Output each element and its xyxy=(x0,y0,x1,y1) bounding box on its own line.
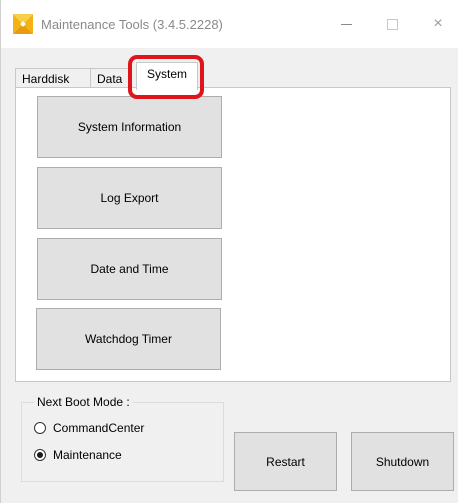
radio-maintenance-circle[interactable] xyxy=(34,449,46,461)
system-information-button[interactable]: System Information xyxy=(37,96,222,158)
system-tab-panel: System Information Log Export Date and T… xyxy=(15,87,451,382)
next-boot-mode-group xyxy=(21,402,224,482)
window-title: Maintenance Tools (3.4.5.2228) xyxy=(41,17,223,32)
maximize-icon xyxy=(386,18,398,30)
radio-maintenance-label: Maintenance xyxy=(53,448,122,462)
close-icon: × xyxy=(433,15,443,32)
minimize-button[interactable] xyxy=(323,0,369,48)
radio-commandcenter-circle[interactable] xyxy=(34,422,46,434)
restart-button[interactable]: Restart xyxy=(234,432,337,491)
minimize-icon xyxy=(340,23,352,25)
radio-commandcenter-label: CommandCenter xyxy=(53,421,145,435)
tab-system[interactable]: System xyxy=(136,62,198,90)
date-and-time-button[interactable]: Date and Time xyxy=(37,238,222,300)
tab-harddisk[interactable]: Harddisk xyxy=(15,68,91,88)
radio-maintenance[interactable]: Maintenance xyxy=(34,447,122,463)
watchdog-timer-button[interactable]: Watchdog Timer xyxy=(36,308,221,370)
app-logo-icon xyxy=(13,14,33,34)
radio-commandcenter[interactable]: CommandCenter xyxy=(34,420,144,436)
log-export-button[interactable]: Log Export xyxy=(37,167,222,229)
title-bar: Maintenance Tools (3.4.5.2228) × xyxy=(1,0,458,48)
close-button[interactable]: × xyxy=(415,0,458,48)
maximize-button[interactable] xyxy=(369,0,415,48)
tab-data[interactable]: Data xyxy=(90,68,130,88)
shutdown-button[interactable]: Shutdown xyxy=(351,432,454,491)
next-boot-mode-title: Next Boot Mode : xyxy=(34,395,133,409)
maintenance-tools-window: Maintenance Tools (3.4.5.2228) × Harddis… xyxy=(0,0,458,503)
